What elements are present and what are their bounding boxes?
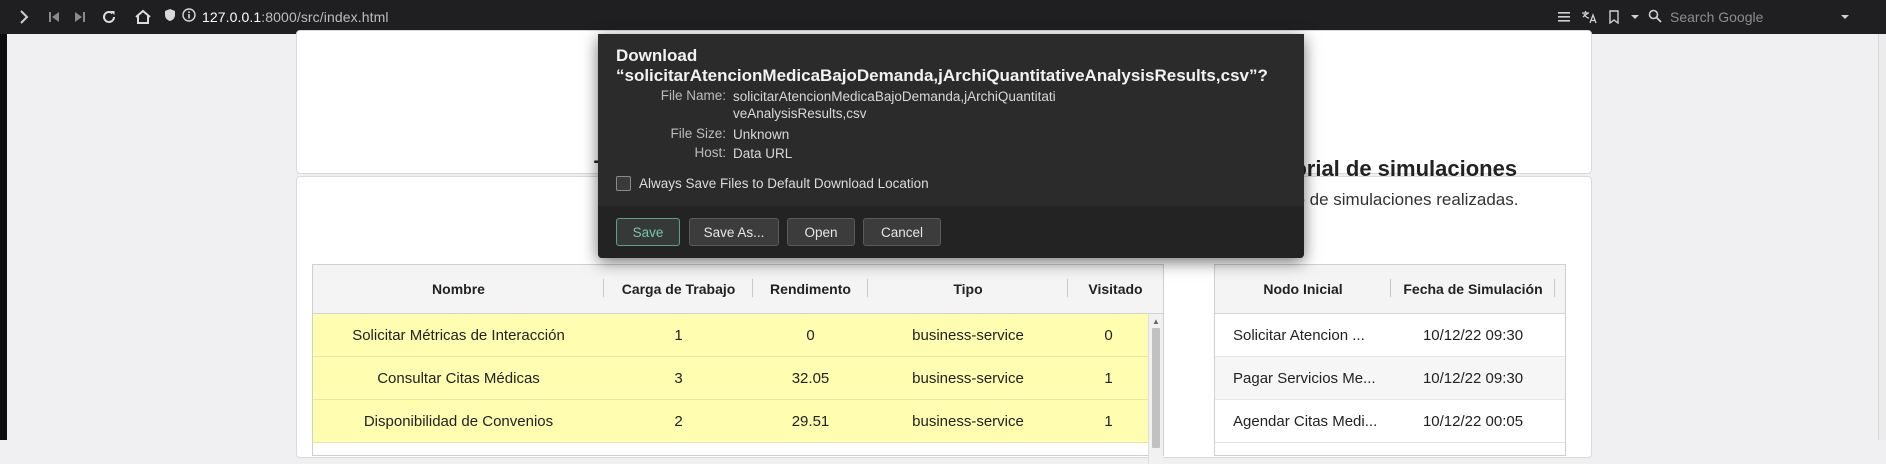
cell-rendimento: 0	[806, 326, 815, 344]
bookmark-icon[interactable]	[1604, 0, 1624, 34]
table-header: Nombre Carga de Trabajo Rendimento Tipo …	[313, 265, 1163, 314]
search-input[interactable]: Search Google	[1648, 5, 1858, 29]
cell-nombre: Disponibilidad de Convenios	[363, 412, 554, 430]
translate-icon[interactable]	[1578, 0, 1600, 34]
cell-fecha: 10/12/22 00:05	[1422, 412, 1524, 430]
always-save-label: Always Save Files to Default Download Lo…	[639, 176, 929, 191]
file-size-value: Unknown	[733, 127, 790, 142]
host-label: Host:	[694, 145, 726, 160]
cell-carga: 2	[674, 412, 683, 430]
cell-fecha: 10/12/22 09:30	[1422, 326, 1524, 344]
table-row[interactable]: Consultar Citas Médicas 3 32.05 business…	[313, 357, 1163, 400]
scrollbar-thumb[interactable]	[1152, 328, 1160, 448]
table-row[interactable]: Pagar Servicios Me... 10/12/22 09:30	[1215, 357, 1565, 400]
info-icon[interactable]	[182, 7, 196, 27]
column-header-nodo-inicial[interactable]: Nodo Inicial	[1215, 265, 1391, 313]
reload-icon[interactable]	[98, 0, 120, 34]
cell-tipo: business-service	[912, 412, 1024, 430]
open-button[interactable]: Open	[787, 218, 855, 246]
save-as-button[interactable]: Save As...	[689, 218, 779, 246]
search-icon	[1648, 9, 1662, 26]
table-row[interactable]: Solicitar Atencion ... 10/12/22 09:30	[1215, 314, 1565, 357]
sidebar-toggle-icon[interactable]	[14, 0, 34, 34]
scroll-up-icon[interactable]: ▲	[1149, 314, 1163, 328]
table-scrollbar[interactable]: ▲	[1148, 314, 1163, 464]
search-engine-dropdown-icon[interactable]	[1836, 0, 1854, 34]
address-bar[interactable]: 127.0.0.1:8000/src/index.html	[164, 5, 389, 29]
column-header-visitado[interactable]: Visitado	[1068, 265, 1163, 313]
cell-fecha: 10/12/22 09:30	[1422, 369, 1524, 387]
last-page-icon[interactable]	[70, 0, 90, 34]
column-label: Nodo Inicial	[1263, 281, 1343, 297]
cell-rendimento: 32.05	[791, 369, 830, 387]
column-header-fecha[interactable]: Fecha de Simulación	[1391, 265, 1555, 313]
cell-nodo-inicial: Solicitar Atencion ...	[1233, 326, 1365, 344]
dialog-title: Download “solicitarAtencionMedicaBajoDem…	[616, 46, 1268, 85]
reader-mode-icon[interactable]	[1554, 0, 1574, 34]
file-name-line-1: solicitarAtencionMedicaBajoDemanda,jArch…	[733, 89, 1056, 104]
column-label: Nombre	[432, 281, 485, 297]
table-row[interactable]: Disponibilidad de Convenios 2 29.51 busi…	[313, 400, 1163, 443]
table-row[interactable]: Solicitar Métricas de Interacción 1 0 bu…	[313, 314, 1163, 357]
cell-tipo: business-service	[912, 326, 1024, 344]
cell-carga: 1	[674, 326, 683, 344]
column-header-tipo[interactable]: Tipo	[868, 265, 1068, 313]
simulations-table: Nodo Inicial Fecha de Simulación Solicit…	[1214, 264, 1566, 456]
cell-visitado: 1	[1104, 412, 1113, 430]
column-header-nombre[interactable]: Nombre	[313, 265, 604, 313]
column-header-carga[interactable]: Carga de Trabajo	[604, 265, 753, 313]
dialog-button-bar: Save Save As... Open Cancel	[598, 206, 1304, 258]
cancel-button[interactable]: Cancel	[863, 218, 941, 246]
column-label: Rendimento	[770, 281, 851, 297]
shield-icon[interactable]	[164, 8, 176, 27]
url-host: 127.0.0.1	[202, 9, 262, 25]
url-path: :8000/src/index.html	[261, 9, 389, 25]
download-dialog: Download “solicitarAtencionMedicaBajoDem…	[598, 34, 1304, 258]
always-save-option[interactable]: Always Save Files to Default Download Lo…	[616, 176, 929, 191]
page-scrollbar[interactable]	[1878, 34, 1886, 440]
column-label: Tipo	[953, 281, 983, 297]
simulation-history-title: torial de simulaciones	[1286, 156, 1518, 181]
column-header-rendimento[interactable]: Rendimento	[753, 265, 868, 313]
host-value: Data URL	[733, 146, 793, 161]
cell-nodo-inicial: Agendar Citas Medi...	[1233, 412, 1378, 430]
cell-visitado: 0	[1104, 326, 1113, 344]
file-name-label: File Name:	[660, 88, 726, 103]
always-save-checkbox[interactable]	[616, 176, 631, 191]
cell-nombre: Solicitar Métricas de Interacción	[352, 326, 565, 344]
window-edge	[0, 34, 7, 440]
file-name-value: solicitarAtencionMedicaBajoDemanda,jArch…	[733, 88, 1056, 122]
first-page-icon[interactable]	[44, 0, 64, 34]
file-size-label: File Size:	[670, 126, 726, 141]
cell-tipo: business-service	[912, 369, 1024, 387]
column-label: Visitado	[1088, 281, 1143, 297]
cell-carga: 3	[674, 369, 683, 387]
search-placeholder: Search Google	[1670, 9, 1764, 25]
table-header: Nodo Inicial Fecha de Simulación	[1215, 265, 1565, 314]
cell-nombre: Consultar Citas Médicas	[377, 369, 540, 387]
cell-nodo-inicial: Pagar Servicios Me...	[1233, 369, 1376, 387]
simulation-history-subtitle: do de simulaciones realizadas.	[1286, 190, 1519, 209]
cell-rendimento: 29.51	[791, 412, 830, 430]
url-text[interactable]: 127.0.0.1:8000/src/index.html	[202, 9, 389, 25]
column-label: Carga de Trabajo	[621, 281, 736, 297]
save-button[interactable]: Save	[616, 218, 680, 246]
nodes-table: Nombre Carga de Trabajo Rendimento Tipo …	[312, 264, 1164, 464]
file-name-line-2: veAnalysisResults,csv	[733, 106, 867, 121]
chevron-down-icon[interactable]	[1626, 0, 1644, 34]
table-row[interactable]: Agendar Citas Medi... 10/12/22 00:05	[1215, 400, 1565, 443]
browser-toolbar: 127.0.0.1:8000/src/index.html Search Goo…	[0, 0, 1886, 34]
column-label: Fecha de Simulación	[1403, 281, 1543, 297]
home-icon[interactable]	[132, 0, 154, 34]
cell-visitado: 1	[1104, 369, 1113, 387]
